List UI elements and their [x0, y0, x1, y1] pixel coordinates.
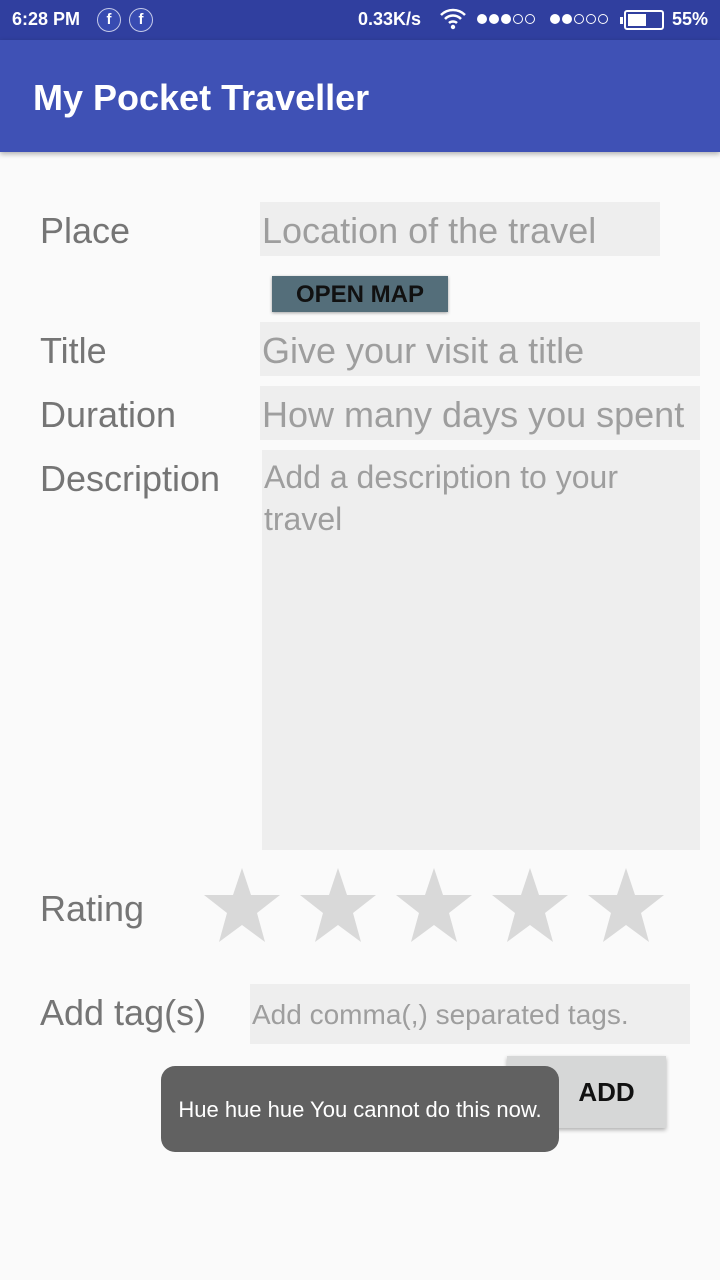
rating-label: Rating: [40, 888, 145, 929]
title-input[interactable]: Give your visit a title: [260, 322, 700, 376]
signal-icon: [477, 14, 537, 24]
star-icon[interactable]: [490, 866, 570, 946]
signal-icon: [550, 14, 610, 24]
title-label: Title: [40, 330, 107, 371]
app-bar: My Pocket Traveller: [0, 40, 720, 152]
status-bar: 6:28 PM f f 0.33K/s 55%: [0, 0, 720, 40]
tags-label: Add tag(s): [40, 992, 207, 1033]
tags-input[interactable]: Add comma(,) separated tags.: [250, 984, 690, 1044]
description-label: Description: [40, 458, 221, 499]
status-time: 6:28 PM: [12, 9, 81, 29]
battery-icon: [620, 10, 664, 30]
description-input[interactable]: Add a description to your travel: [262, 450, 700, 850]
network-speed: 0.33K/s: [358, 9, 422, 29]
duration-input[interactable]: How many days you spent: [260, 386, 700, 440]
duration-label: Duration: [40, 394, 177, 435]
add-button-label: ADD: [578, 1077, 635, 1107]
facebook-icon: f: [129, 8, 153, 32]
app-title: My Pocket Traveller: [33, 77, 370, 118]
star-icon[interactable]: [298, 866, 378, 946]
place-input[interactable]: Location of the travel: [260, 202, 660, 256]
open-map-button[interactable]: OPEN MAP: [272, 276, 448, 312]
star-icon[interactable]: [202, 866, 282, 946]
facebook-icon: f: [97, 8, 121, 32]
star-icon[interactable]: [394, 866, 474, 946]
toast-message: Hue hue hue You cannot do this now.: [161, 1066, 559, 1152]
star-icon[interactable]: [586, 866, 666, 946]
place-label: Place: [40, 210, 131, 251]
battery-percent: 55%: [672, 9, 709, 29]
wifi-icon: [440, 8, 466, 30]
